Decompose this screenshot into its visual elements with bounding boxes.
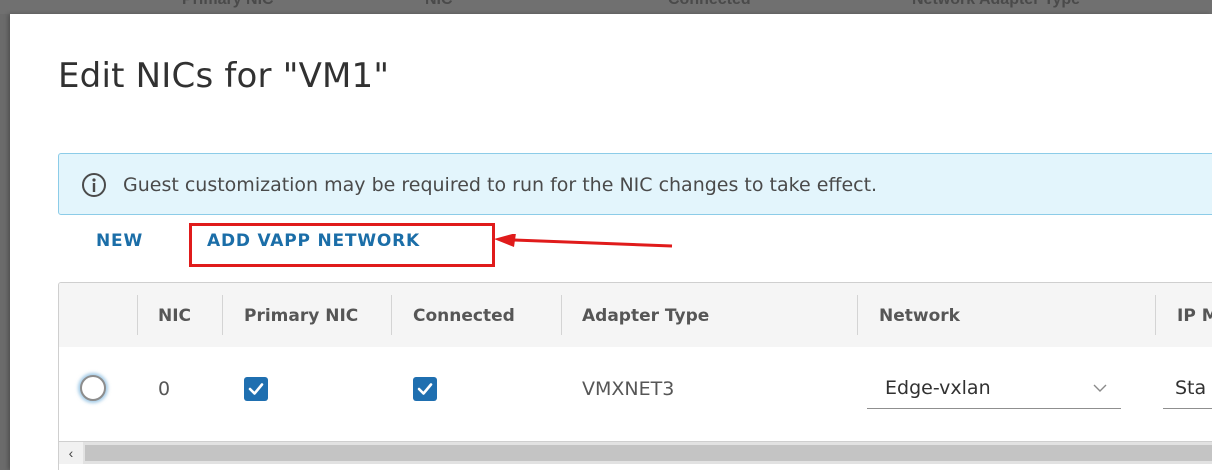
background-header-cell: Primary NIC xyxy=(182,0,274,9)
column-separator xyxy=(222,295,223,335)
column-separator xyxy=(561,295,562,335)
adapter-type-cell: VMXNET3 xyxy=(582,378,675,400)
table-row[interactable]: 0 VMXNET3 Edge-vxlan Sta xyxy=(59,347,1212,439)
column-header-ip-mode[interactable]: IP Mo xyxy=(1177,306,1212,326)
network-select-value: Edge-vxlan xyxy=(885,377,991,399)
background-table-header: Primary NIC NIC Connected Network Adapte… xyxy=(0,0,1212,14)
nic-index-cell: 0 xyxy=(158,378,171,400)
connected-checkbox[interactable] xyxy=(413,377,437,401)
background-header-cell: NIC xyxy=(425,0,453,9)
column-header-nic[interactable]: NIC xyxy=(158,306,191,326)
primary-nic-checkbox[interactable] xyxy=(244,377,268,401)
column-header-connected[interactable]: Connected xyxy=(413,306,515,326)
checkmark-icon xyxy=(417,383,433,395)
info-alert: Guest customization may be required to r… xyxy=(58,153,1212,215)
horizontal-scrollbar[interactable]: ‹ xyxy=(59,441,1212,464)
row-select-radio[interactable] xyxy=(80,375,106,401)
background-header-cell: Connected xyxy=(668,0,751,9)
network-select[interactable]: Edge-vxlan xyxy=(867,367,1121,409)
ip-mode-select[interactable]: Sta xyxy=(1163,367,1212,409)
column-header-primary-nic[interactable]: Primary NIC xyxy=(244,306,358,326)
chevron-down-icon xyxy=(1093,384,1107,392)
dialog-title: Edit NICs for "VM1" xyxy=(58,56,390,96)
annotation-arrow-icon xyxy=(494,234,673,248)
checkmark-icon xyxy=(248,383,264,395)
info-alert-text: Guest customization may be required to r… xyxy=(123,174,878,196)
column-separator xyxy=(1155,295,1156,335)
scrollbar-thumb[interactable] xyxy=(85,445,1212,461)
info-circle-icon xyxy=(82,173,106,197)
column-separator xyxy=(391,295,392,335)
edit-nics-dialog: Edit NICs for "VM1" Guest customization … xyxy=(10,14,1212,470)
nic-table: NIC Primary NIC Connected Adapter Type N… xyxy=(58,282,1212,470)
new-button[interactable]: NEW xyxy=(96,231,143,251)
column-header-adapter-type[interactable]: Adapter Type xyxy=(582,306,709,326)
background-header-cell: Network Adapter Type xyxy=(912,0,1080,9)
table-header: NIC Primary NIC Connected Adapter Type N… xyxy=(59,283,1212,348)
column-header-network[interactable]: Network xyxy=(879,306,960,326)
scroll-left-button[interactable]: ‹ xyxy=(59,442,83,464)
column-separator xyxy=(857,295,858,335)
ip-mode-select-value: Sta xyxy=(1175,377,1207,399)
column-separator xyxy=(137,295,138,335)
annotation-highlight-box xyxy=(189,223,495,267)
